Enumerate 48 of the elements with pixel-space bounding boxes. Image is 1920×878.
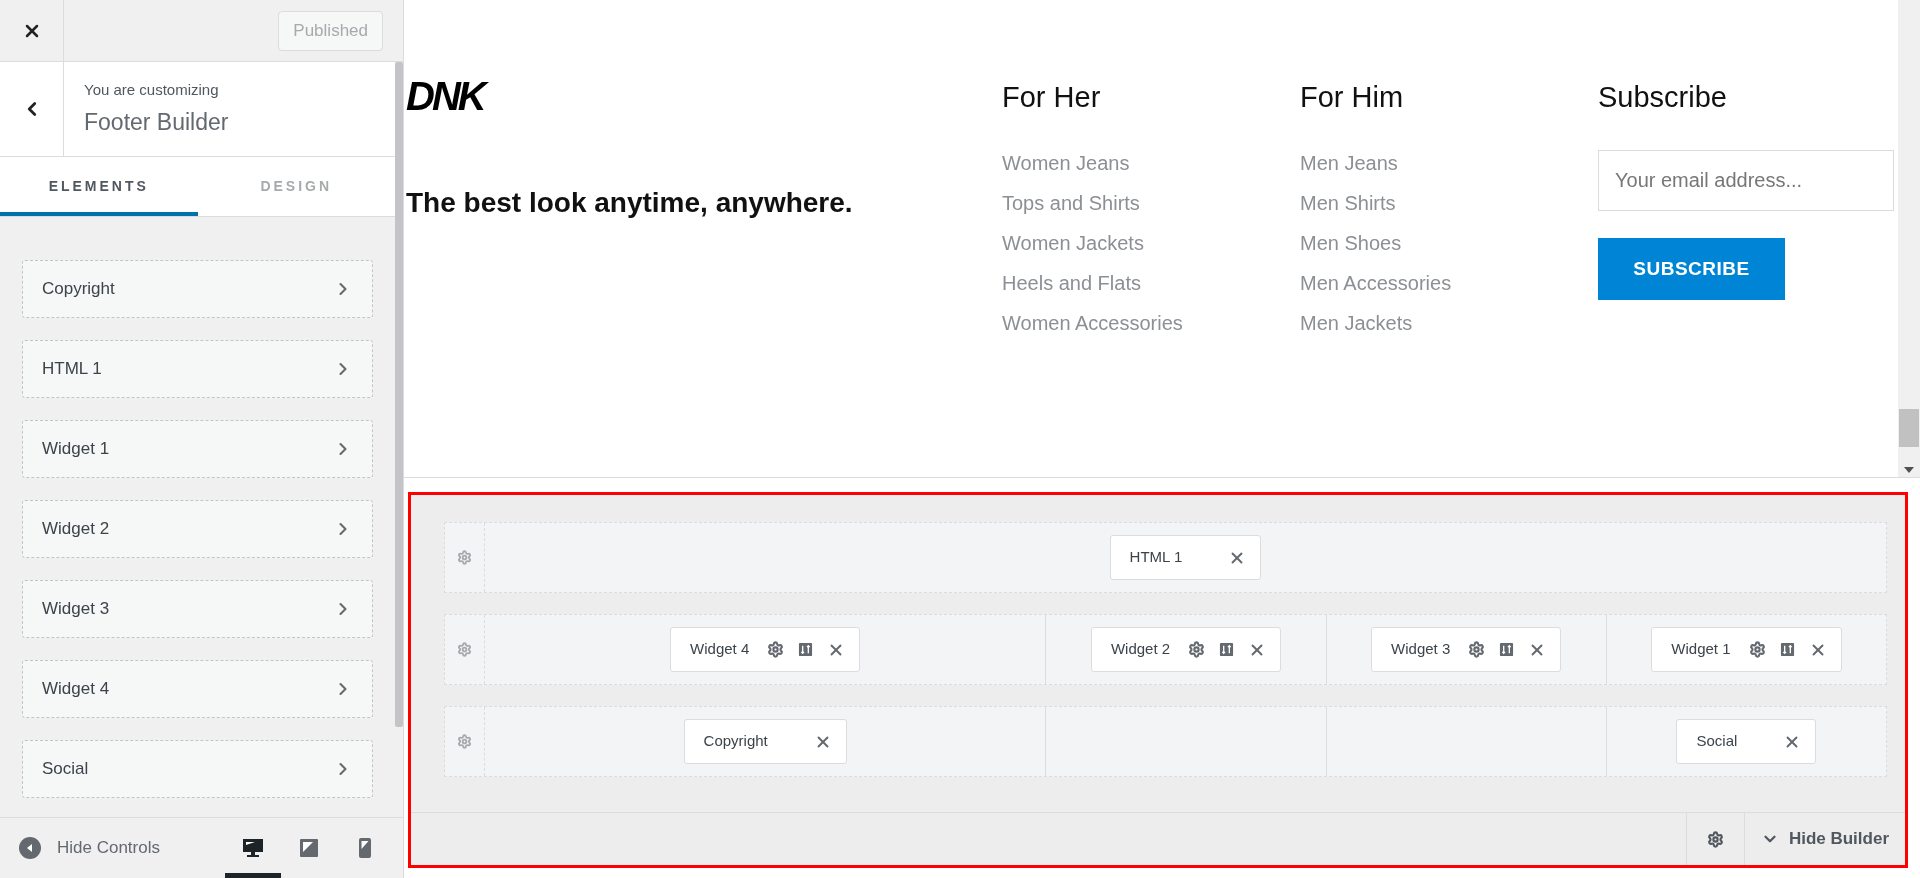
builder-item[interactable]: Widget 4 xyxy=(670,627,861,672)
column-heading: Subscribe xyxy=(1598,80,1728,114)
preview-scrollbar[interactable] xyxy=(1898,0,1920,477)
item-label: Widget 3 xyxy=(1391,639,1451,660)
site-logo[interactable]: DNK xyxy=(406,72,1002,120)
hide-builder-button[interactable]: Hide Builder xyxy=(1743,813,1905,865)
element-item[interactable]: Widget 4 xyxy=(22,660,373,718)
element-item[interactable]: Widget 1 xyxy=(22,420,373,478)
element-item[interactable]: Social xyxy=(22,740,373,798)
column-heading: For Him xyxy=(1300,80,1405,114)
element-item[interactable]: Widget 2 xyxy=(22,500,373,558)
section-title: Footer Builder xyxy=(84,108,229,137)
builder-item[interactable]: HTML 1 xyxy=(1109,535,1262,580)
item-label: Social xyxy=(1696,731,1738,752)
builder-item[interactable]: Widget 3 xyxy=(1371,627,1562,672)
scroll-down-arrow-icon[interactable] xyxy=(1904,467,1914,473)
scrollbar-thumb[interactable] xyxy=(1899,409,1919,447)
column-heading: For Her xyxy=(1002,80,1102,114)
item-label: Widget 1 xyxy=(1671,639,1731,660)
site-tagline: The best look anytime, anywhere. xyxy=(406,186,854,220)
builder-item[interactable]: Social xyxy=(1676,719,1817,764)
sort-icon[interactable] xyxy=(798,642,814,657)
settings-icon[interactable] xyxy=(1748,641,1766,658)
subscribe-button[interactable]: SUBSCRIBE xyxy=(1598,238,1785,300)
element-item[interactable]: HTML 1 xyxy=(22,340,373,398)
settings-icon[interactable] xyxy=(1468,641,1486,658)
settings-icon[interactable] xyxy=(767,641,785,658)
desktop-icon[interactable] xyxy=(242,838,264,858)
panel-tab[interactable]: ELEMENTS xyxy=(0,157,198,216)
email-field[interactable]: Your email address... xyxy=(1598,150,1894,211)
element-item[interactable]: Copyright xyxy=(22,260,373,318)
sort-icon[interactable] xyxy=(1219,642,1235,657)
item-label: Widget 4 xyxy=(690,639,750,660)
settings-icon[interactable] xyxy=(1706,830,1724,848)
sort-icon[interactable] xyxy=(1499,642,1515,657)
item-label: Widget 2 xyxy=(1110,639,1171,660)
settings-icon[interactable] xyxy=(1188,641,1206,658)
builder-item[interactable]: Copyright xyxy=(683,719,847,764)
item-label: HTML 1 xyxy=(1129,547,1183,568)
mobile-icon[interactable] xyxy=(358,837,372,859)
element-item[interactable]: Widget 3 xyxy=(22,580,373,638)
builder-item[interactable]: Widget 1 xyxy=(1651,627,1842,672)
builder-item[interactable]: Widget 2 xyxy=(1090,627,1282,672)
sort-icon[interactable] xyxy=(1779,642,1795,657)
tablet-icon[interactable] xyxy=(299,838,319,858)
customizing-caption: You are customizing xyxy=(84,79,220,100)
hide-controls-button[interactable]: Hide Controls xyxy=(0,835,160,861)
item-label: Copyright xyxy=(703,731,768,752)
